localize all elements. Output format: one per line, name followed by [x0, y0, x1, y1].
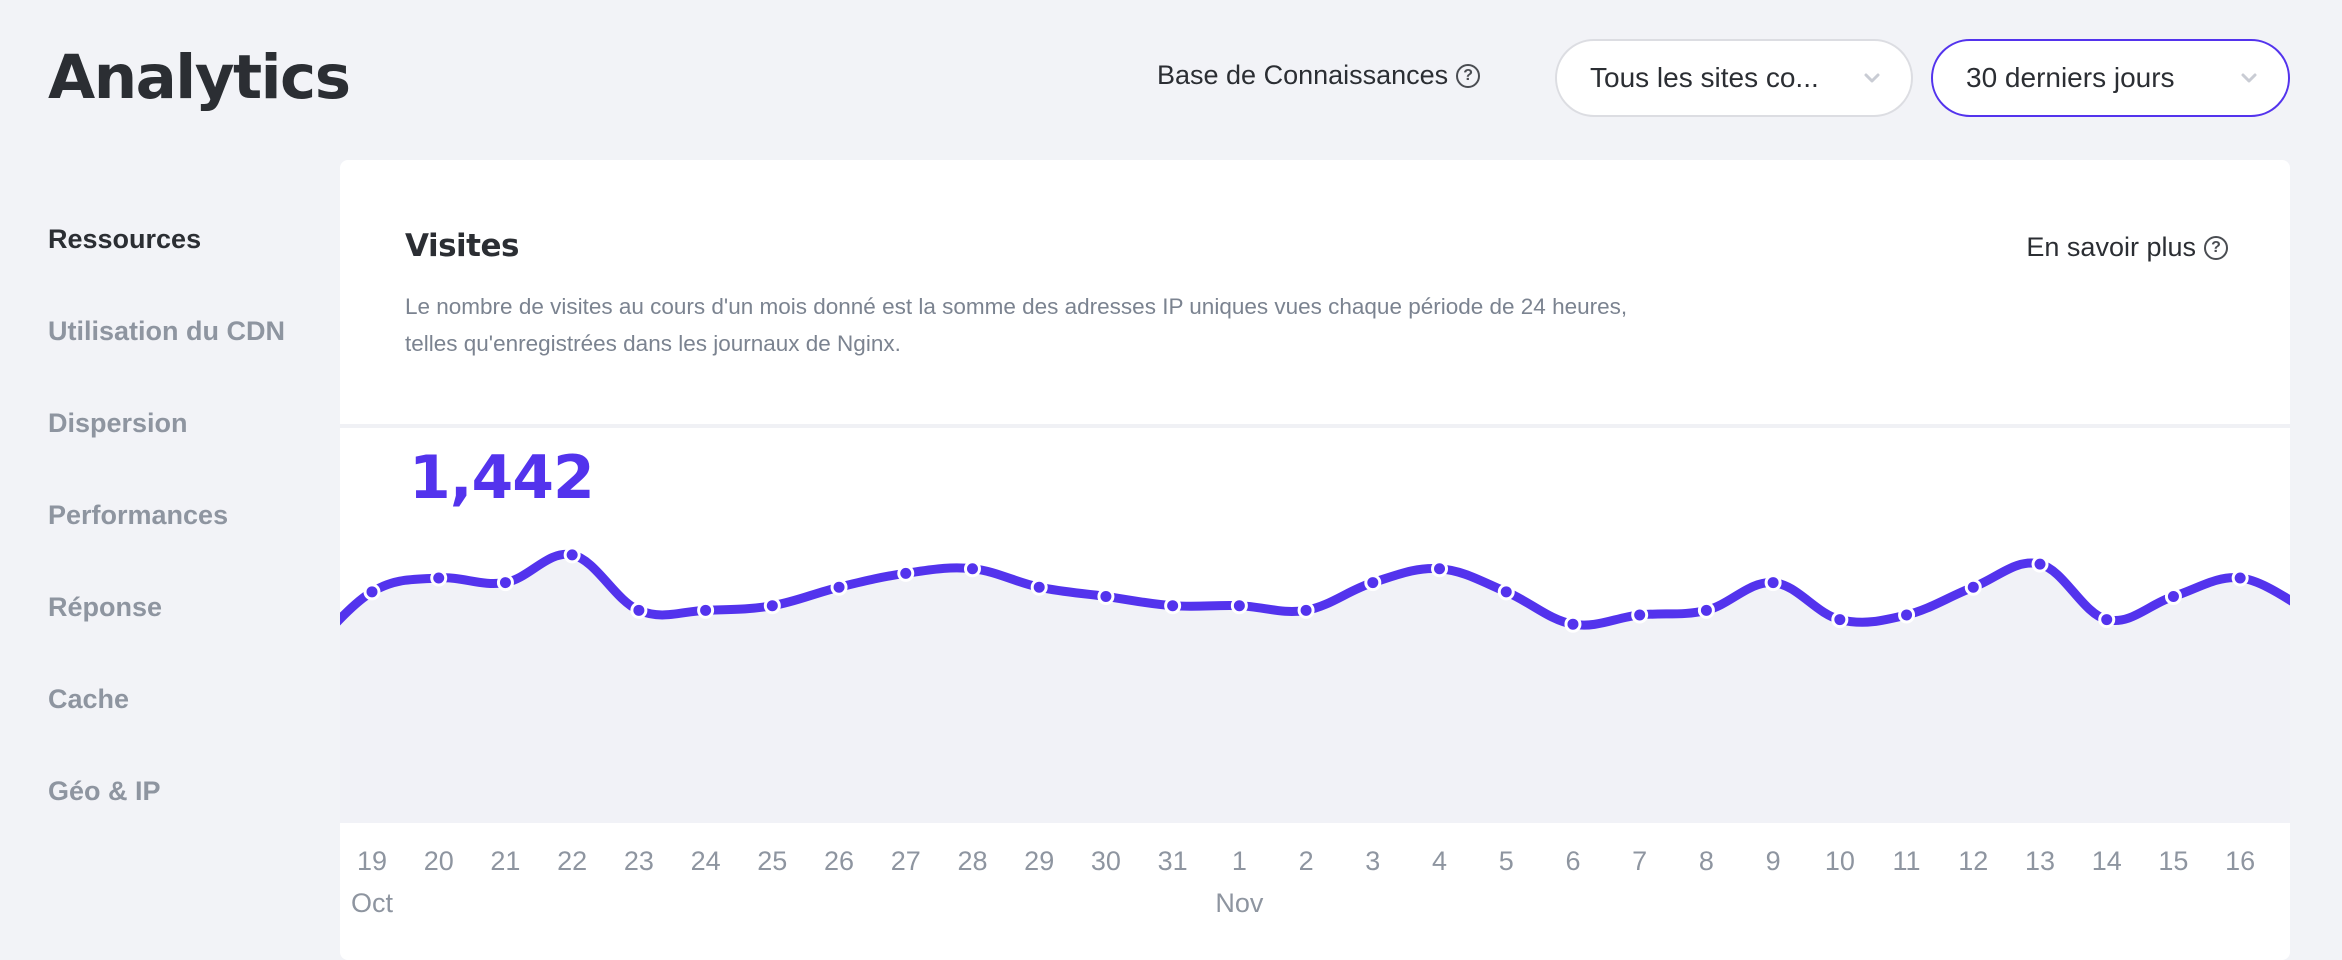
data-point[interactable] [430, 569, 448, 587]
x-tick-label: 20 [424, 846, 454, 876]
data-point[interactable] [1898, 606, 1916, 624]
knowledge-base-link[interactable]: Base de Connaissances ? [1157, 60, 1481, 91]
x-tick-label: 26 [824, 846, 854, 876]
visits-chart: 19 20 21 22 23 24 25 26 27 28 29 30 31 1 2 3 4 5 6 7 8 9 10 11 1… [340, 546, 2290, 918]
data-point[interactable] [496, 574, 514, 592]
x-tick-label: 24 [691, 846, 721, 876]
chevron-down-icon [1864, 73, 1880, 83]
site-select[interactable]: Tous les sites co... [1555, 39, 1913, 117]
question-circle-icon: ? [1456, 63, 1481, 88]
x-tick-label: 14 [2092, 846, 2122, 876]
sidebar-item-performances[interactable]: Performances [48, 486, 285, 578]
x-tick-label: 5 [1499, 846, 1514, 876]
x-tick-label: 22 [557, 846, 587, 876]
data-point[interactable] [763, 597, 781, 615]
question-circle-icon: ? [2204, 235, 2228, 260]
data-point[interactable] [630, 601, 648, 619]
data-point[interactable] [1097, 587, 1115, 605]
data-point[interactable] [1230, 597, 1248, 615]
data-point[interactable] [963, 560, 981, 578]
data-point[interactable] [1964, 578, 1982, 596]
data-point[interactable] [2031, 555, 2049, 573]
x-tick-label: 19 [357, 846, 387, 876]
x-tick-label: 29 [1024, 846, 1054, 876]
x-tick-label: 28 [957, 846, 987, 876]
card-title: Visites [405, 228, 519, 264]
x-tick-label: 16 [2225, 846, 2255, 876]
x-tick-label: 15 [2158, 846, 2188, 876]
x-tick-label: 8 [1699, 846, 1714, 876]
data-point[interactable] [1497, 583, 1515, 601]
sidebar-item-dispersion[interactable]: Dispersion [48, 394, 285, 486]
visits-card: 19 20 21 22 23 24 25 26 27 28 29 30 31 1 2 3 4 5 6 7 8 9 10 11 1… [340, 160, 2290, 960]
x-tick-label: 4 [1432, 846, 1447, 876]
data-point[interactable] [1697, 601, 1715, 619]
area-fill [340, 554, 2290, 823]
x-month-label: Nov [1215, 888, 1264, 918]
sidebar-item-cache[interactable]: Cache [48, 670, 285, 762]
learn-more-link[interactable]: En savoir plus ? [2026, 232, 2228, 263]
learn-more-label: En savoir plus [2026, 232, 2196, 262]
data-point[interactable] [1364, 574, 1382, 592]
data-point[interactable] [1030, 578, 1048, 596]
sidebar-item-cdn-usage[interactable]: Utilisation du CDN [48, 302, 285, 394]
sidebar-item-geo-ip[interactable]: Géo & IP [48, 762, 285, 854]
x-tick-label: 23 [624, 846, 654, 876]
data-point[interactable] [830, 578, 848, 596]
sidebar-item-reponse[interactable]: Réponse [48, 578, 285, 670]
x-tick-label: 7 [1632, 846, 1647, 876]
divider [340, 424, 2290, 428]
period-select-value: 30 derniers jours [1966, 62, 2175, 93]
x-tick-label: 31 [1158, 846, 1188, 876]
x-tick-label: 12 [1958, 846, 1988, 876]
x-tick-label: 6 [1565, 846, 1580, 876]
x-tick-label: 11 [1893, 846, 1921, 876]
data-point[interactable] [2098, 611, 2116, 629]
data-point[interactable] [1297, 601, 1315, 619]
data-point[interactable] [697, 601, 715, 619]
data-point[interactable] [1831, 611, 1849, 629]
x-tick-label: 21 [490, 846, 520, 876]
chevron-down-icon [2241, 73, 2257, 83]
data-point[interactable] [1631, 606, 1649, 624]
x-tick-label: 9 [1766, 846, 1781, 876]
period-select[interactable]: 30 derniers jours [1931, 39, 2290, 117]
x-month-label: Oct [351, 888, 394, 918]
site-select-value: Tous les sites co... [1590, 62, 1819, 93]
data-point[interactable] [897, 564, 915, 582]
card-description: Le nombre de visites au cours d'un mois … [405, 294, 1628, 356]
data-point[interactable] [2164, 587, 2182, 605]
page-title: Analytics [48, 42, 351, 113]
x-tick-label: 25 [757, 846, 787, 876]
x-tick-label: 30 [1091, 846, 1121, 876]
x-tick-label: 2 [1299, 846, 1314, 876]
x-tick-label: 13 [2025, 846, 2055, 876]
x-tick-label: 3 [1365, 846, 1380, 876]
knowledge-base-label: Base de Connaissances [1157, 60, 1449, 90]
data-point[interactable] [1431, 560, 1449, 578]
data-point[interactable] [1164, 597, 1182, 615]
data-point[interactable] [363, 583, 381, 601]
x-tick-label: 10 [1825, 846, 1855, 876]
x-tick-label: 1 [1232, 846, 1247, 876]
data-point[interactable] [1764, 574, 1782, 592]
x-tick-label: 27 [891, 846, 921, 876]
data-point[interactable] [1564, 615, 1582, 633]
data-point[interactable] [2231, 569, 2249, 587]
data-point[interactable] [563, 546, 581, 564]
total-visits: 1,442 [409, 443, 595, 513]
sidebar-item-ressources[interactable]: Ressources [48, 210, 285, 302]
sidebar-nav: Ressources Utilisation du CDN Dispersion… [48, 210, 285, 854]
